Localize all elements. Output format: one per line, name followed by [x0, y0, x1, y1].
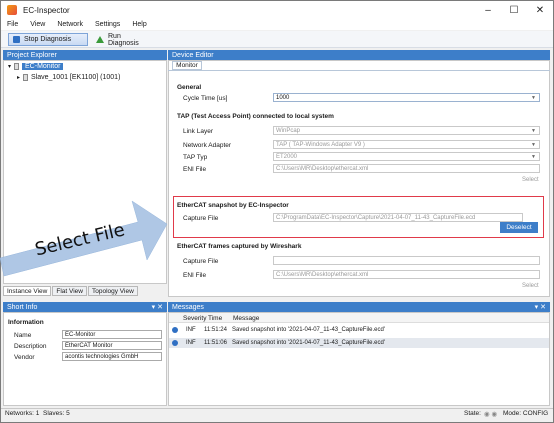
vendor-field[interactable]: acontis technologies GmbH — [62, 352, 162, 361]
row-time: 11:51:06 — [204, 340, 227, 346]
row-message: Saved snapshot into '2021-04-07_11-43_Ca… — [232, 340, 385, 346]
pin-icon[interactable]: ▾ ✕ — [152, 303, 163, 311]
col-time[interactable]: Time — [208, 315, 222, 322]
short-info-title: Short Info — [7, 303, 38, 311]
name-field[interactable]: EC-Monitor — [62, 330, 162, 339]
messages-header: Messages ▾ ✕ — [168, 302, 550, 312]
messages-title: Messages — [172, 303, 204, 311]
description-label: Description — [14, 343, 47, 350]
state-label: State: — [464, 410, 481, 417]
slaves-count: Slaves: 5 — [43, 410, 70, 417]
col-severity[interactable]: Severity — [183, 315, 206, 322]
row-time: 11:51:24 — [204, 327, 227, 333]
row-severity: INF — [186, 340, 196, 346]
name-label: Name — [14, 332, 32, 339]
info-icon — [172, 340, 178, 346]
vendor-label: Vendor — [14, 354, 35, 361]
short-info-header: Short Info ▾ ✕ — [3, 302, 167, 312]
info-icon — [172, 327, 178, 333]
messages-column-header — [169, 313, 549, 323]
pin-icon[interactable]: ▾ ✕ — [535, 303, 546, 311]
table-row[interactable]: INF 11:51:06 Saved snapshot into '2021-0… — [169, 338, 549, 348]
row-message: Saved snapshot into '2021-04-07_11-43_Ca… — [232, 327, 385, 333]
information-heading: Information — [8, 319, 44, 326]
networks-count: Networks: 1 — [5, 410, 40, 417]
description-field[interactable]: EtherCAT Monitor — [62, 341, 162, 350]
row-severity: INF — [186, 327, 196, 333]
mode-label: Mode: CONFIG — [503, 410, 549, 417]
state-indicator-icon: ◉ ◉ — [484, 411, 498, 418]
col-message[interactable]: Message — [233, 315, 259, 322]
table-row[interactable]: INF 11:51:24 Saved snapshot into '2021-0… — [169, 325, 549, 335]
